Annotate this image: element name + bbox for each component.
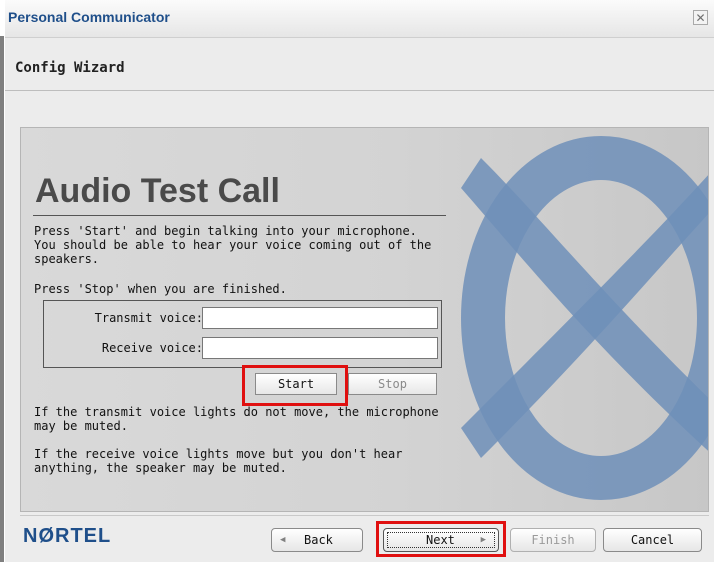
- receive-row: Receive voice:: [44, 337, 443, 361]
- speaker-hint-text: If the receive voice lights move but you…: [34, 447, 403, 475]
- wizard-window: Personal Communicator ✕ Config Wizard Au…: [5, 0, 714, 562]
- transmit-label: Transmit voice:: [94, 311, 203, 325]
- intro-text: Press 'Start' and begin talking into you…: [34, 224, 432, 266]
- window-title: Personal Communicator: [8, 9, 170, 25]
- stop-button[interactable]: Stop: [348, 373, 437, 395]
- transmit-voice-meter: [202, 307, 438, 329]
- nortel-logo: NØRTEL: [23, 525, 112, 547]
- back-arrow-icon: ◀: [280, 535, 286, 545]
- back-button[interactable]: ◀ Back: [271, 528, 363, 552]
- close-icon[interactable]: ✕: [693, 10, 708, 25]
- stop-hint-text: Press 'Stop' when you are finished.: [34, 282, 287, 296]
- footer-divider: [20, 515, 709, 516]
- receive-label: Receive voice:: [101, 341, 203, 355]
- wizard-title: Config Wizard: [15, 60, 125, 76]
- title-bar: Personal Communicator ✕: [5, 0, 714, 38]
- content-panel: Audio Test Call Press 'Start' and begin …: [20, 127, 709, 512]
- start-button[interactable]: Start: [255, 373, 337, 395]
- voice-meter-group: Transmit voice: Receive voice:: [43, 300, 442, 368]
- left-window-edge: [0, 36, 4, 562]
- wizard-header: Config Wizard: [5, 38, 714, 91]
- finish-button[interactable]: Finish: [510, 528, 596, 552]
- page-heading: Audio Test Call: [35, 172, 280, 210]
- next-label: Next: [426, 533, 455, 547]
- mic-hint-text: If the transmit voice lights do not move…: [34, 405, 439, 433]
- heading-divider: [33, 215, 446, 216]
- transmit-row: Transmit voice:: [44, 307, 443, 331]
- next-arrow-icon: ▶: [480, 535, 486, 545]
- cancel-button[interactable]: Cancel: [603, 528, 702, 552]
- next-button[interactable]: Next ▶: [383, 528, 499, 552]
- nortel-globe-icon: [461, 136, 708, 500]
- back-label: Back: [304, 533, 333, 547]
- receive-voice-meter: [202, 337, 438, 359]
